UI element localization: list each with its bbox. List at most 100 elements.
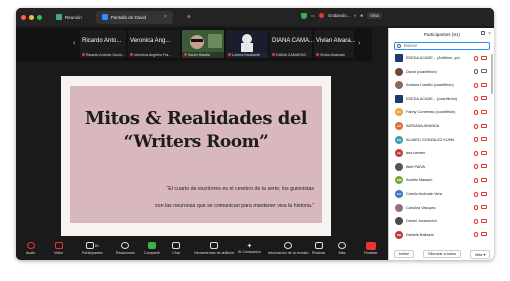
slide-title-line2: “Writers Room” <box>123 132 269 152</box>
close-panel-icon[interactable]: × <box>488 31 491 37</box>
minimize-window-button[interactable] <box>29 14 34 20</box>
camera-off-icon[interactable] <box>481 205 487 210</box>
tab-meeting[interactable]: Reunión <box>50 11 88 24</box>
mute-all-label: Silenciar a todos <box>428 252 457 256</box>
participant-row[interactable]: Ailet PAIVA <box>389 161 494 173</box>
camera-off-icon[interactable] <box>481 96 487 101</box>
tab-screen-share[interactable]: Pantalla de David × <box>95 10 173 24</box>
panel-more-button[interactable]: Más ▾ <box>470 249 491 259</box>
view-button[interactable]: Vista <box>366 12 382 19</box>
reactions-button[interactable]: Reacciones <box>116 242 135 255</box>
camera-off-icon[interactable] <box>481 55 487 60</box>
video-tile[interactable]: Veronica Ang... Veronica Angeles Fra... <box>128 30 180 58</box>
whiteboards-label: Pizarras <box>312 251 326 255</box>
participant-row[interactable]: EDEDA ACADE... (Anfitrión, yo) <box>389 52 494 64</box>
video-tile[interactable]: DIANA CAMA... DIANA CAMARGO <box>270 30 314 58</box>
camera-off-icon[interactable] <box>481 82 487 87</box>
camera-off-icon[interactable] <box>481 191 487 196</box>
meeting-info-button[interactable]: Información de la reunión <box>268 242 309 255</box>
search-input[interactable]: Buscar <box>394 42 490 50</box>
video-tile[interactable]: Saulin Batalla <box>182 30 224 58</box>
ai-companion-button[interactable]: ✦ AI Companion <box>238 242 261 254</box>
share-screen-icon <box>147 242 156 249</box>
meeting-toolbar: Audio Video 81 Participantes Reacciones … <box>16 241 378 260</box>
camera-off-icon[interactable] <box>481 109 487 114</box>
close-tab-icon[interactable]: × <box>164 14 167 20</box>
zoom-window: Reunión Pantalla de David × ⊕ ▭ Grabando… <box>16 8 494 260</box>
participant-photo <box>226 30 268 52</box>
stop-icon[interactable]: ■ <box>360 13 363 18</box>
participant-row[interactable]: AM Andrés Massuh <box>389 174 494 186</box>
participant-row[interactable]: David (coanfitrión) <box>389 66 494 78</box>
camera-off-icon[interactable] <box>481 123 487 128</box>
participant-row[interactable]: ab ana barreto <box>389 147 494 159</box>
microphone-muted-icon[interactable] <box>474 123 478 129</box>
video-tile[interactable]: Vivian Alvara... Vivian Alvarado <box>314 30 356 58</box>
microphone-muted-icon[interactable] <box>474 191 478 197</box>
whiteboards-button[interactable]: Pizarras <box>312 242 325 255</box>
panel-footer: Invitar Silenciar a todos Más ▾ <box>389 248 494 260</box>
microphone-muted-icon[interactable] <box>474 96 478 102</box>
mute-all-button[interactable]: Silenciar a todos <box>423 250 462 258</box>
participant-photo <box>182 30 224 52</box>
new-tab-button[interactable]: ⊕ <box>181 11 197 24</box>
microphone-muted-icon[interactable] <box>474 137 478 143</box>
participant-status <box>474 218 487 224</box>
host-tools-button[interactable]: Herramientas de anfitrión <box>194 242 234 255</box>
participants-panel: Participantes (81) × Buscar EDEDA ACADE.… <box>388 28 494 260</box>
camera-off-icon[interactable] <box>481 150 487 155</box>
participant-row[interactable]: Carolina Vasquez <box>389 202 494 214</box>
avatar <box>395 54 403 62</box>
camera-off-icon[interactable] <box>481 218 487 223</box>
participants-button[interactable]: 81 Participantes <box>82 242 103 255</box>
microphone-icon[interactable] <box>474 69 478 75</box>
microphone-muted-icon[interactable] <box>474 82 478 88</box>
microphone-muted-icon[interactable] <box>474 150 478 156</box>
microphone-muted-icon[interactable] <box>474 232 478 238</box>
share-button[interactable]: Compartir <box>144 242 160 255</box>
camera-off-icon[interactable] <box>481 137 487 142</box>
chat-button[interactable]: Chat <box>172 242 180 255</box>
microphone-muted-icon[interactable] <box>474 177 478 183</box>
participant-name: ALVARO GONZALEZ KUHN <box>406 137 455 142</box>
close-window-button[interactable] <box>21 14 26 20</box>
end-meeting-button[interactable]: Finalizar <box>364 242 378 255</box>
participant-row[interactable]: FC Fanny Contreras (coanfitrión) <box>389 106 494 118</box>
more-button[interactable]: Más <box>338 242 346 255</box>
top-status: ▭ Grabando... ⏸ ■ Vista <box>301 12 382 19</box>
participant-row[interactable]: AG ALVARO GONZALEZ KUHN <box>389 134 494 146</box>
participant-name: Andrés Massuh <box>406 178 433 183</box>
microphone-muted-icon[interactable] <box>474 164 478 170</box>
avatar <box>395 203 403 212</box>
invite-button[interactable]: Invitar <box>393 250 414 258</box>
participant-row[interactable]: EDEDA ACADE... (coanfitrión) <box>389 93 494 105</box>
video-button[interactable]: Video <box>54 242 63 255</box>
participant-name: Daniel Jovanovich <box>406 219 437 224</box>
video-tile[interactable]: Lorena Escalante <box>226 30 268 58</box>
pop-out-icon[interactable] <box>481 31 485 35</box>
scrollbar[interactable] <box>491 54 493 94</box>
camera-off-icon[interactable] <box>481 232 487 237</box>
microphone-muted-icon[interactable] <box>474 109 478 115</box>
camera-off-icon[interactable] <box>481 177 487 182</box>
microphone-muted-icon[interactable] <box>474 205 478 211</box>
tile-subname: DIANA CAMARGO <box>276 53 307 57</box>
avatar <box>395 67 403 76</box>
microphone-muted-icon[interactable] <box>474 55 478 61</box>
camera-off-icon[interactable] <box>481 164 487 169</box>
participant-row[interactable]: CA Camilo Andrade Vera <box>389 188 494 200</box>
microphone-muted-icon[interactable] <box>474 218 478 224</box>
muted-icon <box>130 53 133 56</box>
maximize-window-button[interactable] <box>37 14 42 20</box>
video-tile[interactable]: Ricardo Anto... Ricardo Antonio Guzm... <box>80 30 126 58</box>
chevron-right-icon[interactable]: › <box>358 40 360 47</box>
participant-row[interactable]: Adriana Castillo (coanfitrión) <box>389 79 494 91</box>
participant-row[interactable]: AA ADRIANA ARANDA <box>389 120 494 132</box>
pause-icon[interactable]: ⏸ <box>354 13 356 18</box>
participant-row[interactable]: Daniel Jovanovich <box>389 215 494 227</box>
camera-icon[interactable] <box>481 69 487 74</box>
avatar: CA <box>395 190 403 198</box>
audio-button[interactable]: Audio <box>26 242 35 255</box>
participant-row[interactable]: DB Daniela Baltazar <box>389 229 494 241</box>
chevron-left-icon[interactable]: ‹ <box>73 40 75 47</box>
